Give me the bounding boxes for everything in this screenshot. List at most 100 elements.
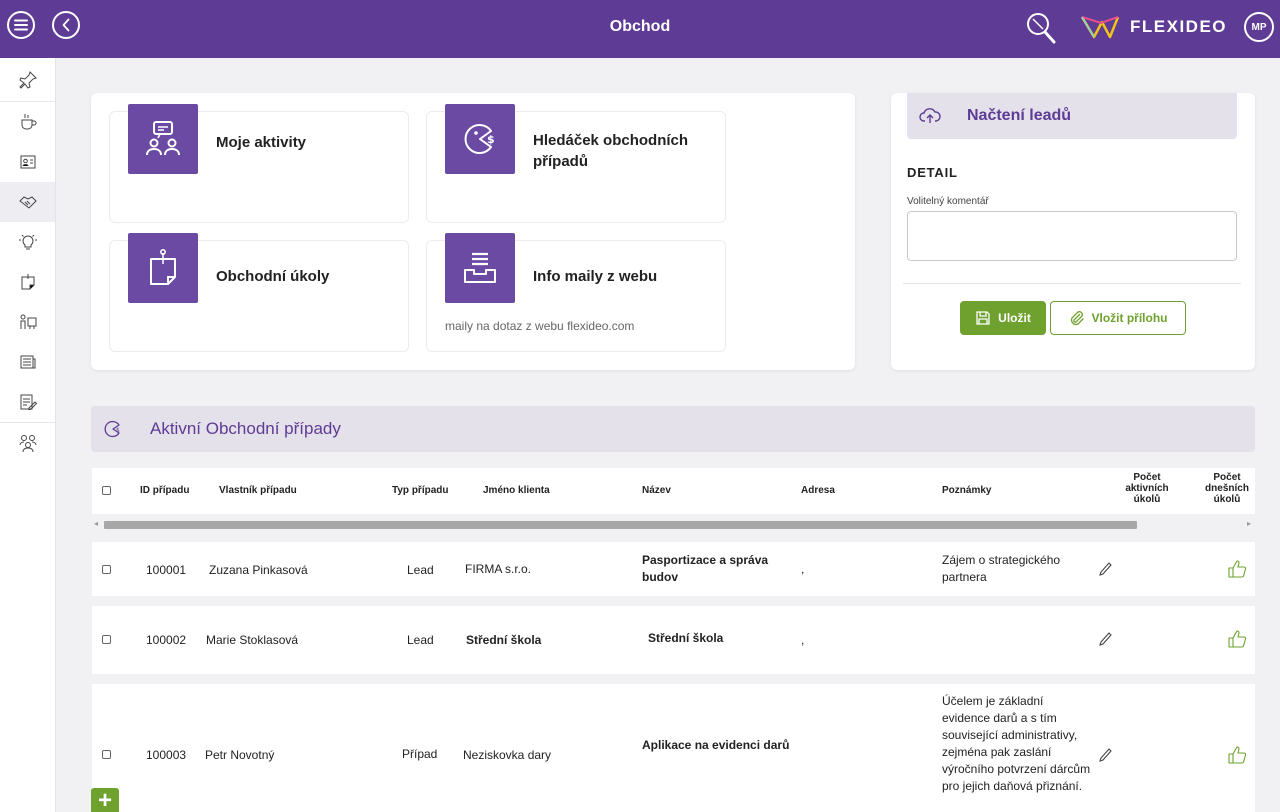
tile-title: Info maily z webu [533,268,658,285]
tile-title: Moje aktivity [216,134,307,151]
col-header-client[interactable]: Jméno klienta [483,485,550,496]
newspaper-icon [20,355,35,369]
row-checkbox[interactable] [102,635,111,644]
note-pin-icon [150,249,176,285]
person-board-icon [20,314,36,329]
pie-dollar-icon: $ [464,124,495,154]
user-avatar[interactable]: MP [1244,12,1274,42]
col-header-today-tasks[interactable]: Počet dnešních úkolů [1204,472,1250,512]
tile-title: Hledáček obchodních případů [533,132,689,170]
thumbs-up-icon[interactable] [1227,559,1247,579]
tile-case-finder[interactable]: $ Hledáček obchodních případů [426,104,726,223]
sidebar-item-team[interactable] [0,302,55,342]
tile-icon: $ [445,104,515,174]
lightbulb-icon [18,234,37,250]
sidebar-item-news[interactable] [0,342,55,382]
sidebar-item-pin[interactable] [0,58,55,102]
handshake-icon [18,196,37,209]
cell-name: Pasportizace a správa budov [642,553,769,584]
pencil-icon[interactable] [1098,561,1112,577]
flexideo-logo-icon [1080,16,1120,39]
select-all-checkbox[interactable] [102,486,111,495]
tile-icon [445,233,515,303]
cell-type: Lead [407,563,434,577]
paperclip-icon [1070,311,1084,326]
comment-label: Volitelný komentář [907,196,989,207]
sidebar-item-business[interactable] [0,182,55,222]
save-button[interactable]: Uložit [960,301,1046,335]
sidebar-item-tasks[interactable] [0,262,55,302]
add-case-button[interactable]: + [91,788,119,812]
sidebar-item-contacts[interactable] [0,142,55,182]
cell-client: Střední škola [466,633,542,647]
logo-text: FLEXIDEO [1130,17,1228,36]
horizontal-scrollbar[interactable]: ◂ ▸ [92,519,1255,529]
coffee-cup-icon [21,114,36,130]
sidebar-item-users[interactable] [0,422,55,462]
attach-button-label: Vložit přílohu [1091,311,1168,325]
cell-address: , [801,633,805,647]
floppy-disk-icon [976,311,990,325]
cell-id: 100001 [146,563,187,577]
tile-icon [128,233,198,303]
table-row[interactable]: 100003 Petr Novotný Případ Neziskovka da… [92,684,1255,812]
thumbs-up-icon[interactable] [1227,745,1247,765]
pencil-icon[interactable] [1098,631,1112,647]
col-header-type[interactable]: Typ případu [392,485,448,496]
pin-icon [18,70,37,89]
scrollbar-thumb[interactable] [104,521,1137,529]
col-header-owner[interactable]: Vlastník případu [219,485,297,496]
cell-owner: Zuzana Pinkasová [209,563,308,577]
cell-client: Neziskovka dary [463,748,552,762]
table-header: ID případu Vlastník případu Typ případu … [92,468,1255,514]
detail-label: DETAIL [907,165,958,180]
col-header-active-tasks[interactable]: Počet aktivních úkolů [1124,472,1170,505]
back-button[interactable] [52,11,80,39]
shortcuts-card: Moje aktivity $ Hledáček obchodních příp… [91,93,855,370]
col-header-address[interactable]: Adresa [801,485,835,496]
row-checkbox[interactable] [102,565,111,574]
tile-subtitle: maily na dotaz z webu flexideo.com [445,319,635,333]
svg-text:$: $ [116,427,120,434]
tile-my-activities[interactable]: Moje aktivity [109,104,409,223]
col-header-notes[interactable]: Poznámky [942,485,991,496]
pie-dollar-icon: $ [104,420,120,438]
search-button[interactable] [1024,10,1058,46]
sidebar-item-coffee[interactable] [0,102,55,142]
lead-panel-title: Načtení leadů [967,107,1072,124]
cell-name: Střední škola [648,631,724,645]
pencil-icon[interactable] [1098,747,1112,763]
tile-business-tasks[interactable]: Obchodní úkoly [109,233,409,352]
menu-button[interactable] [7,11,35,39]
save-button-label: Uložit [998,311,1031,325]
cell-address: , [801,562,805,576]
sidebar-item-ideas[interactable] [0,222,55,262]
active-cases-header: $ Aktivní Obchodní případy [91,406,1255,452]
scroll-right-arrow[interactable]: ▸ [1247,519,1251,528]
sidebar-item-documents[interactable] [0,382,55,422]
table-row[interactable]: 100001 Zuzana Pinkasová Lead FIRMA s.r.o… [92,542,1255,596]
active-cases-title: Aktivní Obchodní případy [150,419,341,438]
cell-id: 100003 [146,748,187,762]
attach-file-button[interactable]: Vložit přílohu [1050,301,1186,335]
cloud-upload-icon [919,108,941,123]
id-card-icon [20,155,35,169]
hamburger-icon [14,19,28,31]
col-header-id[interactable]: ID případu [140,485,189,496]
col-header-name[interactable]: Název [642,485,671,496]
comment-textarea[interactable] [907,211,1237,261]
cell-owner: Petr Novotný [205,748,275,762]
row-checkbox[interactable] [102,750,111,759]
table-row[interactable]: 100002 Marie Stoklasová Lead Střední ško… [92,606,1255,674]
search-icon [1027,13,1056,44]
cell-type: Případ [402,747,438,761]
thumbs-up-icon[interactable] [1227,629,1247,649]
document-edit-icon [20,394,37,410]
inbox-tray-icon [464,252,496,283]
sidebar [0,58,56,812]
tile-icon [128,104,198,174]
tile-web-info-mails[interactable]: Info maily z webu maily na dotaz z webu … [426,233,726,352]
cell-notes: Zájem o strategického partnera [942,553,1061,584]
flexideo-logo: FLEXIDEO [1080,14,1227,40]
scroll-left-arrow[interactable]: ◂ [94,519,98,528]
